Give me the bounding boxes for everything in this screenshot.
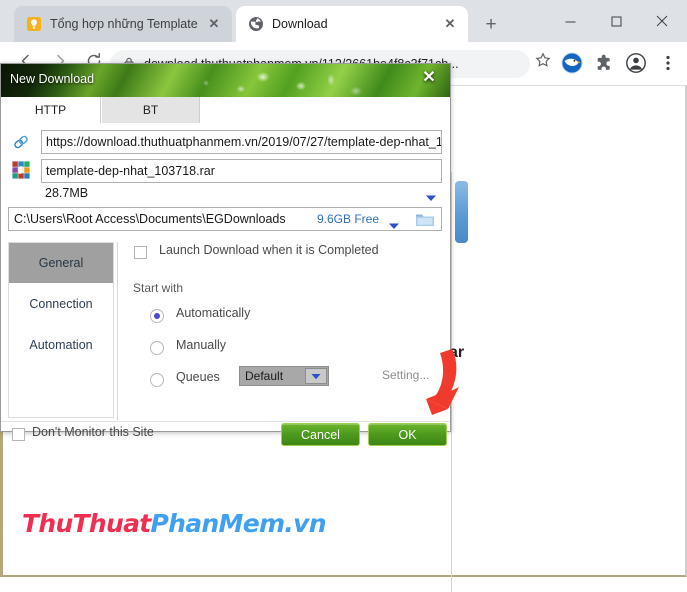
page-partial-heading: ar <box>449 344 465 361</box>
site-watermark: ThuThuatPhanMem.vn <box>22 509 326 538</box>
tab-http[interactable]: HTTP <box>1 97 101 123</box>
profile-avatar-icon[interactable] <box>625 52 649 76</box>
launch-download-label: Launch Download when it is Completed <box>159 243 379 257</box>
ok-button[interactable]: OK <box>368 423 447 446</box>
page-vertical-divider <box>451 172 452 592</box>
eagleget-icon[interactable] <box>561 52 585 76</box>
dont-monitor-site-label: Don't Monitor this Site <box>32 425 154 439</box>
file-size-label: 28.7MB <box>45 186 89 200</box>
radio-queues[interactable] <box>150 373 164 387</box>
launch-download-checkbox[interactable] <box>134 246 147 259</box>
start-with-label: Start with <box>133 281 184 295</box>
folder-icon[interactable] <box>415 211 435 228</box>
dialog-settings-sidebar: General Connection Automation <box>8 242 114 418</box>
browser-tab-2[interactable]: Download ✕ <box>236 6 468 42</box>
browser-tab-1-title: Tổng hợp những Template Po <box>50 17 202 31</box>
chrome-browser-window: ar ThuThuatPhanMem.vn Tổng hợp những Tem… <box>0 0 687 592</box>
new-tab-button[interactable]: + <box>478 12 504 38</box>
watermark-part-2: PhanMem.vn <box>150 509 327 538</box>
save-path-field[interactable]: C:\Users\Root Access\Documents\EGDownloa… <box>8 207 442 231</box>
dialog-footer-divider <box>1 421 450 422</box>
new-download-dialog: New Download ✕ HTTP BT https://download.… <box>0 63 451 446</box>
sidebar-item-connection[interactable]: Connection <box>9 284 113 324</box>
browser-tabstrip: Tổng hợp những Template Po ✕ Download ✕ … <box>0 0 687 42</box>
link-chain-icon <box>10 131 32 153</box>
browser-tab-1[interactable]: Tổng hợp những Template Po ✕ <box>14 6 232 42</box>
star-icon[interactable] <box>532 52 554 74</box>
close-icon[interactable]: ✕ <box>419 68 439 88</box>
chevron-down-icon[interactable] <box>388 217 400 229</box>
radio-manually-label: Manually <box>176 338 227 352</box>
rar-archive-icon <box>11 160 33 182</box>
dialog-title: New Download <box>10 72 95 86</box>
radio-manually[interactable] <box>150 341 164 355</box>
browser-tab-2-title: Download <box>272 17 328 31</box>
tab-bt[interactable]: BT <box>102 97 200 123</box>
queue-setting-link[interactable]: Setting... <box>382 368 429 382</box>
close-icon[interactable]: ✕ <box>442 16 458 32</box>
sidebar-item-general[interactable]: General <box>9 243 113 283</box>
globe-icon <box>248 16 264 32</box>
cancel-button[interactable]: Cancel <box>281 423 360 446</box>
close-button[interactable] <box>639 5 685 37</box>
chevron-down-icon[interactable] <box>305 368 327 384</box>
dialog-tabstrip: HTTP BT <box>1 97 450 123</box>
close-icon[interactable]: ✕ <box>206 16 222 32</box>
radio-automatically-label: Automatically <box>176 306 251 320</box>
free-space-label: 9.6GB Free <box>316 212 379 226</box>
queue-select-value: Default <box>245 369 284 383</box>
page-blue-button-partial[interactable] <box>455 181 468 243</box>
radio-automatically[interactable] <box>150 309 164 323</box>
maximize-button[interactable] <box>593 5 639 37</box>
extensions-puzzle-icon[interactable] <box>593 52 617 76</box>
sidebar-item-automation[interactable]: Automation <box>9 325 113 365</box>
radio-queues-label: Queues <box>176 370 220 384</box>
dialog-tabstrip-filler <box>201 97 450 123</box>
minimize-button[interactable] <box>547 5 593 37</box>
chrome-menu-icon[interactable] <box>657 52 681 76</box>
lightbulb-icon <box>26 16 42 32</box>
file-name-input[interactable]: template-dep-nhat_103718.rar <box>41 159 442 183</box>
dont-monitor-site-checkbox[interactable] <box>12 428 25 441</box>
download-url-input[interactable]: https://download.thuthuatphanmem.vn/2019… <box>41 130 442 154</box>
save-path-value: C:\Users\Root Access\Documents\EGDownloa… <box>14 212 286 226</box>
watermark-part-1: ThuThuat <box>22 509 151 538</box>
chevron-down-icon[interactable] <box>425 190 437 201</box>
dialog-titlebar[interactable]: New Download ✕ <box>1 64 450 97</box>
sidebar-divider <box>117 242 118 420</box>
queue-select[interactable]: Default <box>239 366 329 386</box>
window-controls <box>547 0 687 42</box>
dialog-body: https://download.thuthuatphanmem.vn/2019… <box>1 124 450 446</box>
